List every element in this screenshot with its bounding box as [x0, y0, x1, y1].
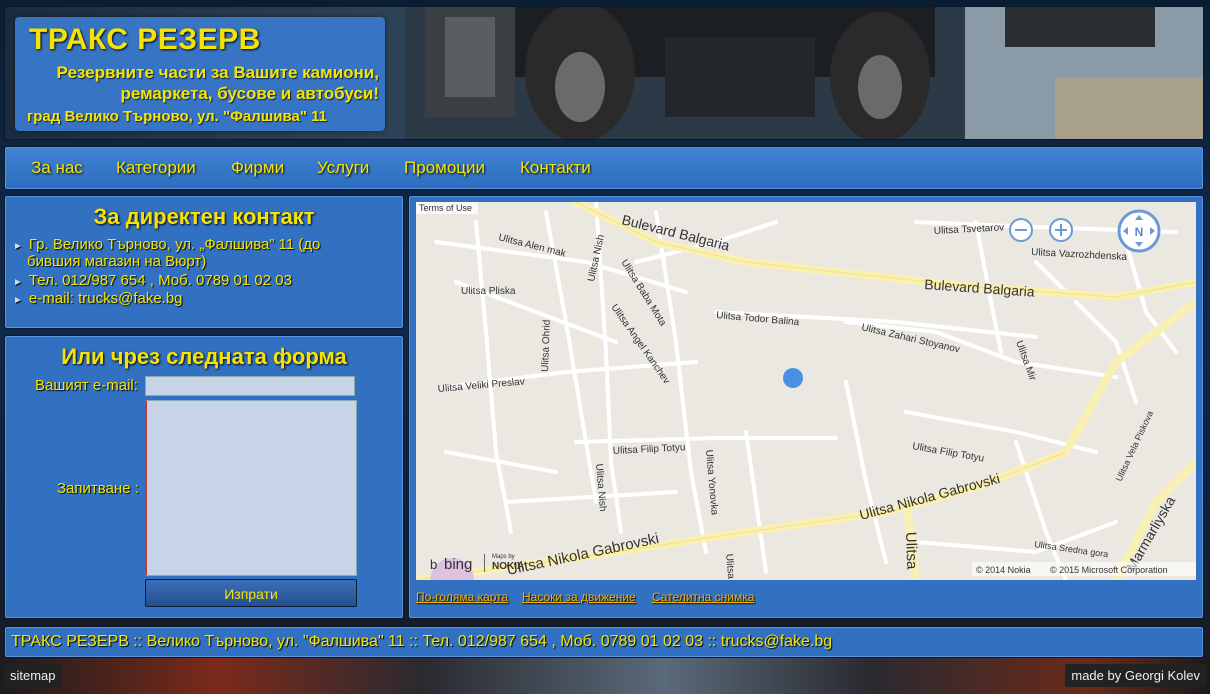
nav-item-categories[interactable]: Категории	[116, 158, 196, 178]
nav-item-about[interactable]: За нас	[31, 158, 83, 178]
street-label: Ulitsa	[723, 553, 736, 579]
satellite-link[interactable]: Сателитна снимка	[652, 590, 754, 604]
submit-button[interactable]: Изпрати	[145, 579, 357, 607]
nokia-logo: NOKIA	[492, 561, 524, 572]
email-field[interactable]	[145, 376, 355, 396]
compass-letter: N	[1135, 225, 1144, 239]
bullet-icon: ►	[13, 241, 23, 252]
direct-contact-panel: За директен контакт ► Гр. Велико Търново,…	[4, 195, 404, 329]
maps-by-label: Maps by	[492, 554, 515, 560]
contact-address-line1: Гр. Велико Търново, ул. „Фалшива” 11 (до	[28, 236, 321, 253]
site-header: ТРАКС РЕЗЕРВ Резервните части за Вашите …	[4, 6, 1204, 140]
bing-logo: bing	[444, 556, 472, 573]
larger-map-link[interactable]: По-голяма карта	[416, 590, 508, 604]
compass-icon[interactable]: N	[1117, 209, 1161, 253]
bing-b-icon: b	[430, 557, 437, 572]
map-canvas[interactable]: Bulevard Balgaria Bulevard Balgaria Ulit…	[416, 202, 1196, 580]
bottom-background-image	[0, 658, 1210, 694]
brand-box: ТРАКС РЕЗЕРВ Резервните части за Вашите …	[15, 17, 385, 131]
location-marker-icon[interactable]	[783, 368, 803, 388]
directions-link[interactable]: Насоки за движение	[522, 590, 636, 604]
message-label: Запитване :	[57, 480, 139, 497]
nav-item-companies[interactable]: Фирми	[231, 158, 284, 178]
sitemap-link[interactable]: sitemap	[4, 664, 62, 687]
street-label: Ulitsa Pliska	[461, 286, 516, 297]
contact-phone-text: Тел. 012/987 654 , Моб. 0789 01 02 03	[28, 272, 292, 289]
map[interactable]: Bulevard Balgaria Bulevard Balgaria Ulit…	[416, 202, 1196, 580]
message-textarea[interactable]	[145, 400, 357, 576]
bullet-icon: ►	[13, 277, 23, 288]
zoom-out-button[interactable]	[1009, 218, 1033, 242]
contact-email-text[interactable]: e-mail: trucks@fake.bg	[29, 290, 183, 307]
street-label: Ulitsa Ohrid	[540, 320, 553, 373]
bullet-icon: ►	[13, 295, 23, 306]
nav-item-services[interactable]: Услуги	[317, 158, 369, 178]
footer-bar: ТРАКС РЕЗЕРВ :: Велико Търново, ул. "Фал…	[4, 626, 1204, 658]
map-copyright-microsoft: © 2015 Microsoft Corporation	[1050, 565, 1168, 575]
contact-email: ► e-mail: trucks@fake.bg	[13, 290, 183, 309]
terms-of-use-link[interactable]: Terms of Use	[419, 203, 472, 213]
nav-item-contacts[interactable]: Контакти	[520, 158, 591, 178]
form-title: Или чрез следната форма	[61, 344, 347, 369]
site-tagline: Резервните части за Вашите камиони, рема…	[19, 62, 379, 104]
tagline-line2: ремаркета, бусове и автобуси!	[120, 84, 379, 103]
main-nav: За нас Категории Фирми Услуги Промоции К…	[4, 146, 1204, 190]
site-title: ТРАКС РЕЗЕРВ	[29, 23, 261, 56]
nav-item-promotions[interactable]: Промоции	[404, 158, 485, 178]
zoom-in-button[interactable]	[1049, 218, 1073, 242]
contact-form-panel: Или чрез следната форма Вашият e-mail: З…	[4, 335, 404, 619]
street-label: Ulitsa	[902, 532, 920, 571]
map-copyright-nokia: © 2014 Nokia	[976, 565, 1031, 575]
tagline-line1: Резервните части за Вашите камиони,	[56, 63, 379, 82]
header-address: град Велико Търново, ул. "Фалшива" 11	[27, 108, 328, 125]
contact-address-line2: бившия магазин на Вюрт)	[27, 253, 207, 270]
contact-phone: ► Тел. 012/987 654 , Моб. 0789 01 02 03	[13, 272, 292, 291]
footer-text: ТРАКС РЕЗЕРВ :: Велико Търново, ул. "Фал…	[11, 633, 833, 650]
email-label: Вашият e-mail:	[35, 377, 138, 394]
truck-banner-image	[405, 7, 1203, 139]
direct-contact-title: За директен контакт	[93, 204, 315, 229]
author-credit: made by Georgi Kolev	[1065, 664, 1206, 687]
